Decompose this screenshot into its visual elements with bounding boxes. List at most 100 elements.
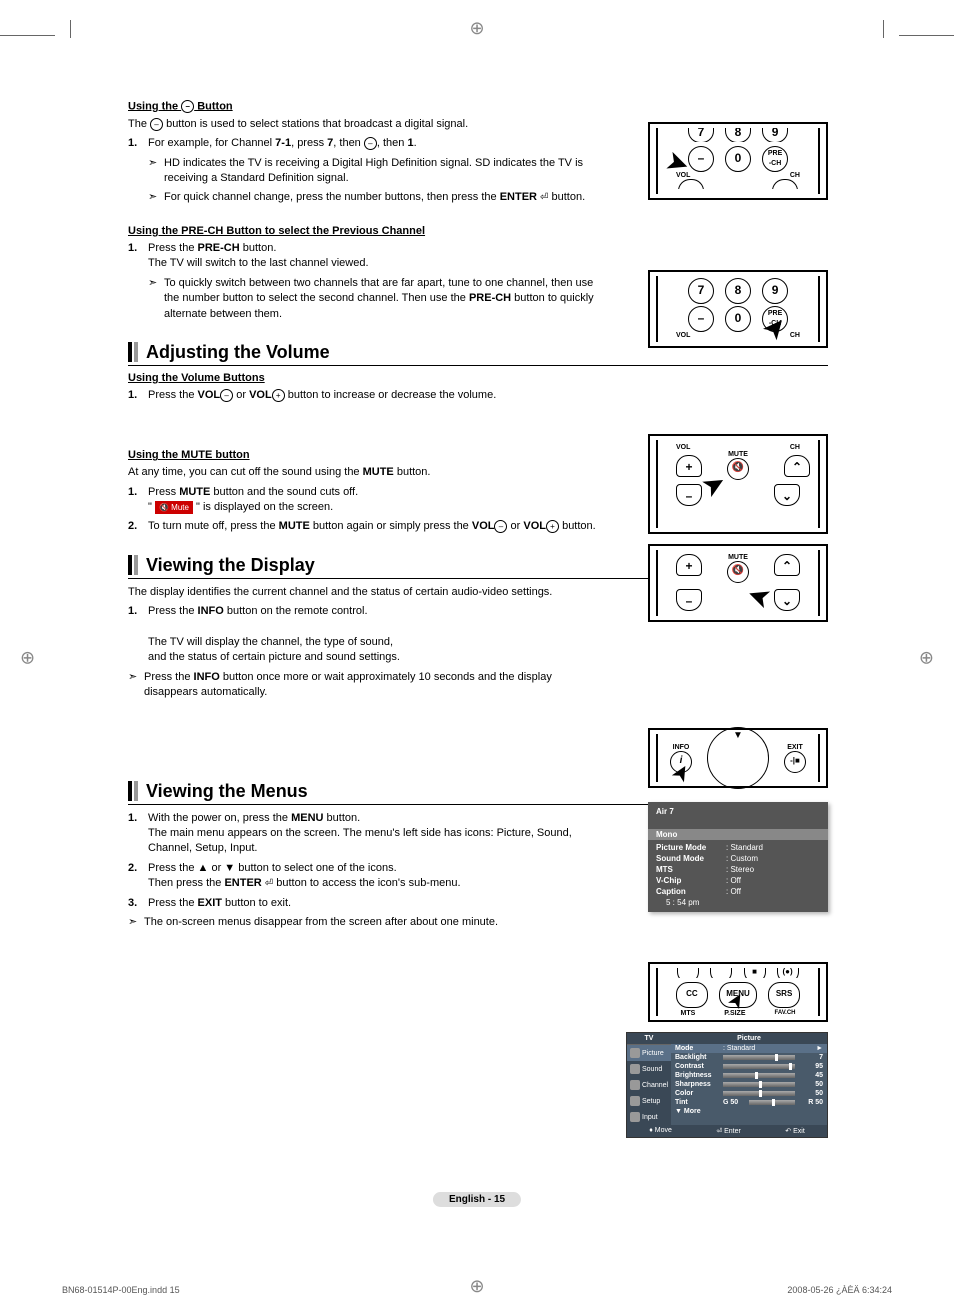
remote-prech-button: PRE-CH: [762, 146, 788, 172]
list-number: 3.: [128, 896, 148, 911]
menu-tv-label: TV: [627, 1033, 671, 1045]
list-item: 2. To turn mute off, press the MUTE butt…: [128, 519, 598, 534]
remote-mute-label: MUTE: [723, 554, 753, 561]
list-item: 1. Press MUTE button and the sound cuts …: [128, 485, 598, 516]
menu-slider: [749, 1100, 795, 1105]
remote-num-button: 8: [725, 128, 751, 142]
remote-num-button: 9: [762, 128, 788, 142]
manual-page: ⊕ ⊕ ⊕ ⊕ Using the – Button The – button …: [0, 0, 954, 1315]
remote-vol-label: VOL: [676, 444, 690, 451]
menu-side-label: Sound: [642, 1066, 662, 1073]
menu-side-icon: [630, 1096, 640, 1106]
remote-num-button: 9: [762, 278, 788, 304]
osd-row: V-Chip: Off: [648, 875, 828, 886]
remote-mute-button: 🔇: [727, 458, 749, 480]
menu-row-val: 7: [799, 1054, 823, 1061]
registration-mark-icon: ⊕: [469, 18, 484, 39]
menu-row-val: : Standard: [723, 1045, 812, 1052]
numbered-list: 1. Press the VOL– or VOL+ button to incr…: [128, 388, 598, 403]
crop-mark-icon: [0, 35, 55, 36]
note-arrow-icon: ➣: [128, 670, 144, 701]
note-item: ➣ For quick channel change, press the nu…: [148, 190, 598, 205]
remote-num-button: 8: [725, 278, 751, 304]
remote-diagram: VOL CH + MUTE 🔇 ⌃ –: [648, 434, 828, 534]
remote-ch-up-button: [772, 179, 798, 189]
menu-side-label: Setup: [642, 1098, 660, 1105]
numbered-list: 1. For example, for Channel 7-1, press 7…: [128, 136, 598, 151]
list-number: 1.: [128, 811, 148, 857]
menu-enter-hint: ⏎ Enter: [716, 1127, 741, 1135]
osd-key: V-Chip: [656, 876, 726, 885]
menu-side-item: Picture: [627, 1045, 671, 1061]
osd-val: : Standard: [726, 843, 820, 852]
callout-arrow-icon: ➤: [742, 578, 775, 617]
menu-row-key: Color: [675, 1090, 719, 1097]
menu-side-item: Channel: [627, 1077, 671, 1093]
body-text: At any time, you can cut off the sound u…: [128, 465, 598, 480]
menu-row-key: Mode: [675, 1045, 719, 1052]
menu-side-icon: [630, 1064, 640, 1074]
list-number: 1.: [128, 604, 148, 666]
section-heading: Using the MUTE button: [128, 449, 598, 461]
minus-icon: –: [494, 520, 507, 533]
list-number: 2.: [128, 519, 148, 534]
menu-main: Picture Mode: Standard►Backlight7Contras…: [671, 1033, 827, 1125]
menu-slider: [723, 1073, 795, 1078]
menu-exit-hint: ↶ Exit: [785, 1127, 804, 1135]
numbered-list: 1. Press the INFO button on the remote c…: [128, 604, 598, 666]
menu-side-label: Channel: [642, 1082, 668, 1089]
list-number: 1.: [128, 136, 148, 151]
remote-info-label: INFO: [666, 744, 696, 751]
remote-diagram: ■ (●) CC MENU SRS MTS P.SIZE FAV.CH ➤: [648, 962, 828, 1022]
remote-up-button: ▼: [733, 730, 743, 741]
menu-row-val: 50: [799, 1081, 823, 1088]
osd-key: Sound Mode: [656, 854, 726, 863]
menu-slider: [723, 1064, 795, 1069]
remote-mute-label: MUTE: [723, 451, 753, 458]
doc-footer-left: BN68-01514P-00Eng.indd 15: [62, 1285, 180, 1295]
note-item: ➣ The on-screen menus disappear from the…: [128, 915, 598, 930]
remote-rec-button: (●): [777, 968, 799, 978]
menu-row-arrow-icon: ►: [816, 1045, 823, 1052]
menu-row: Sharpness 50: [671, 1080, 827, 1089]
note-arrow-icon: ➣: [148, 156, 164, 187]
remote-zero-button: 0: [725, 146, 751, 172]
menu-row-val: 50: [799, 1090, 823, 1097]
menu-title: Picture: [671, 1033, 827, 1044]
remote-vol-down-button: –: [676, 589, 702, 611]
body-text: The display identifies the current chann…: [128, 585, 598, 600]
list-number: 1.: [128, 241, 148, 272]
mute-badge: 🔇 Mute: [155, 501, 193, 514]
osd-sound-type: Mono: [648, 829, 828, 840]
osd-row: MTS: Stereo: [648, 864, 828, 875]
remote-diagram: INFO i ▼ EXIT -|■ ➤: [648, 728, 828, 788]
osd-row: Picture Mode: Standard: [648, 842, 828, 853]
menu-side-icon: [630, 1080, 640, 1090]
registration-mark-icon: ⊕: [469, 1276, 484, 1297]
list-number: 1.: [128, 485, 148, 516]
remote-ch-down-button: ⌄: [774, 484, 800, 506]
menu-row-key: Contrast: [675, 1063, 719, 1070]
note-arrow-icon: ➣: [128, 915, 144, 930]
menu-side-label: Input: [642, 1114, 658, 1121]
remote-diagram: + MUTE 🔇 ⌃ – ⌄ ➤: [648, 544, 828, 622]
menu-side-label: Picture: [642, 1050, 664, 1057]
note-arrow-icon: ➣: [148, 190, 164, 205]
remote-ch-label: CH: [790, 444, 800, 451]
menu-row-key: Sharpness: [675, 1081, 719, 1088]
page-content: Using the – Button The – button is used …: [128, 100, 828, 933]
menu-row: Brightness45: [671, 1071, 827, 1080]
list-item: 1. Press the PRE-CH button. The TV will …: [128, 241, 598, 272]
note-item: ➣ Press the INFO button once more or wai…: [128, 670, 598, 701]
section-dash-button: Using the – Button The – button is used …: [128, 100, 598, 205]
body-text: The – button is used to select stations …: [128, 117, 598, 132]
remote-srs-button: SRS: [768, 982, 800, 1008]
enter-icon: ⏎: [265, 877, 273, 891]
tv-menu-osd: TV Picture Sound Channel Setup Input Picture…: [626, 1032, 828, 1138]
remote-exit-label: EXIT: [780, 744, 810, 751]
note-item: ➣ To quickly switch between two channels…: [148, 276, 598, 322]
remote-exit-button: -|■: [784, 751, 806, 773]
menu-side-icon: [630, 1048, 640, 1058]
menu-row: Mode : Standard ►: [671, 1044, 827, 1053]
remote-diagram: 7 8 9 – 0 PRE-CH VOL CH ➤: [648, 270, 828, 348]
